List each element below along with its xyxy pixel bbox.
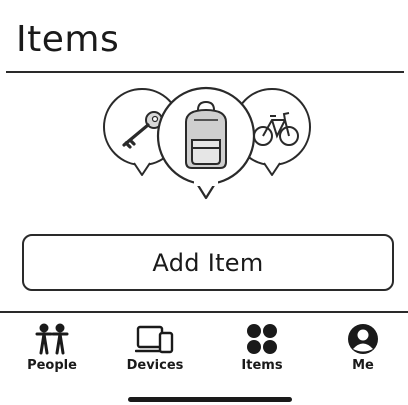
tab-people[interactable]: People xyxy=(12,313,92,381)
tab-me[interactable]: Me xyxy=(323,313,403,381)
tab-devices[interactable]: Devices xyxy=(115,313,195,381)
tab-items-label: Items xyxy=(241,358,283,373)
tab-people-label: People xyxy=(27,358,77,373)
item-illustration xyxy=(98,80,314,204)
tab-items[interactable]: Items xyxy=(222,313,302,381)
add-item-button[interactable]: Add Item xyxy=(22,234,394,291)
person-circle-icon xyxy=(347,322,379,356)
items-grid-icon xyxy=(245,322,279,356)
tab-devices-label: Devices xyxy=(126,358,184,373)
devices-icon xyxy=(135,322,175,356)
add-item-label: Add Item xyxy=(152,248,264,277)
tab-me-label: Me xyxy=(352,358,374,373)
backpack-icon xyxy=(185,100,227,169)
header-divider xyxy=(6,71,404,73)
home-indicator[interactable] xyxy=(128,397,292,402)
page-title: Items xyxy=(16,19,120,60)
tab-bar: People Devices Items Me xyxy=(0,313,408,385)
people-icon xyxy=(34,322,70,356)
backpack-bubble xyxy=(156,86,256,200)
